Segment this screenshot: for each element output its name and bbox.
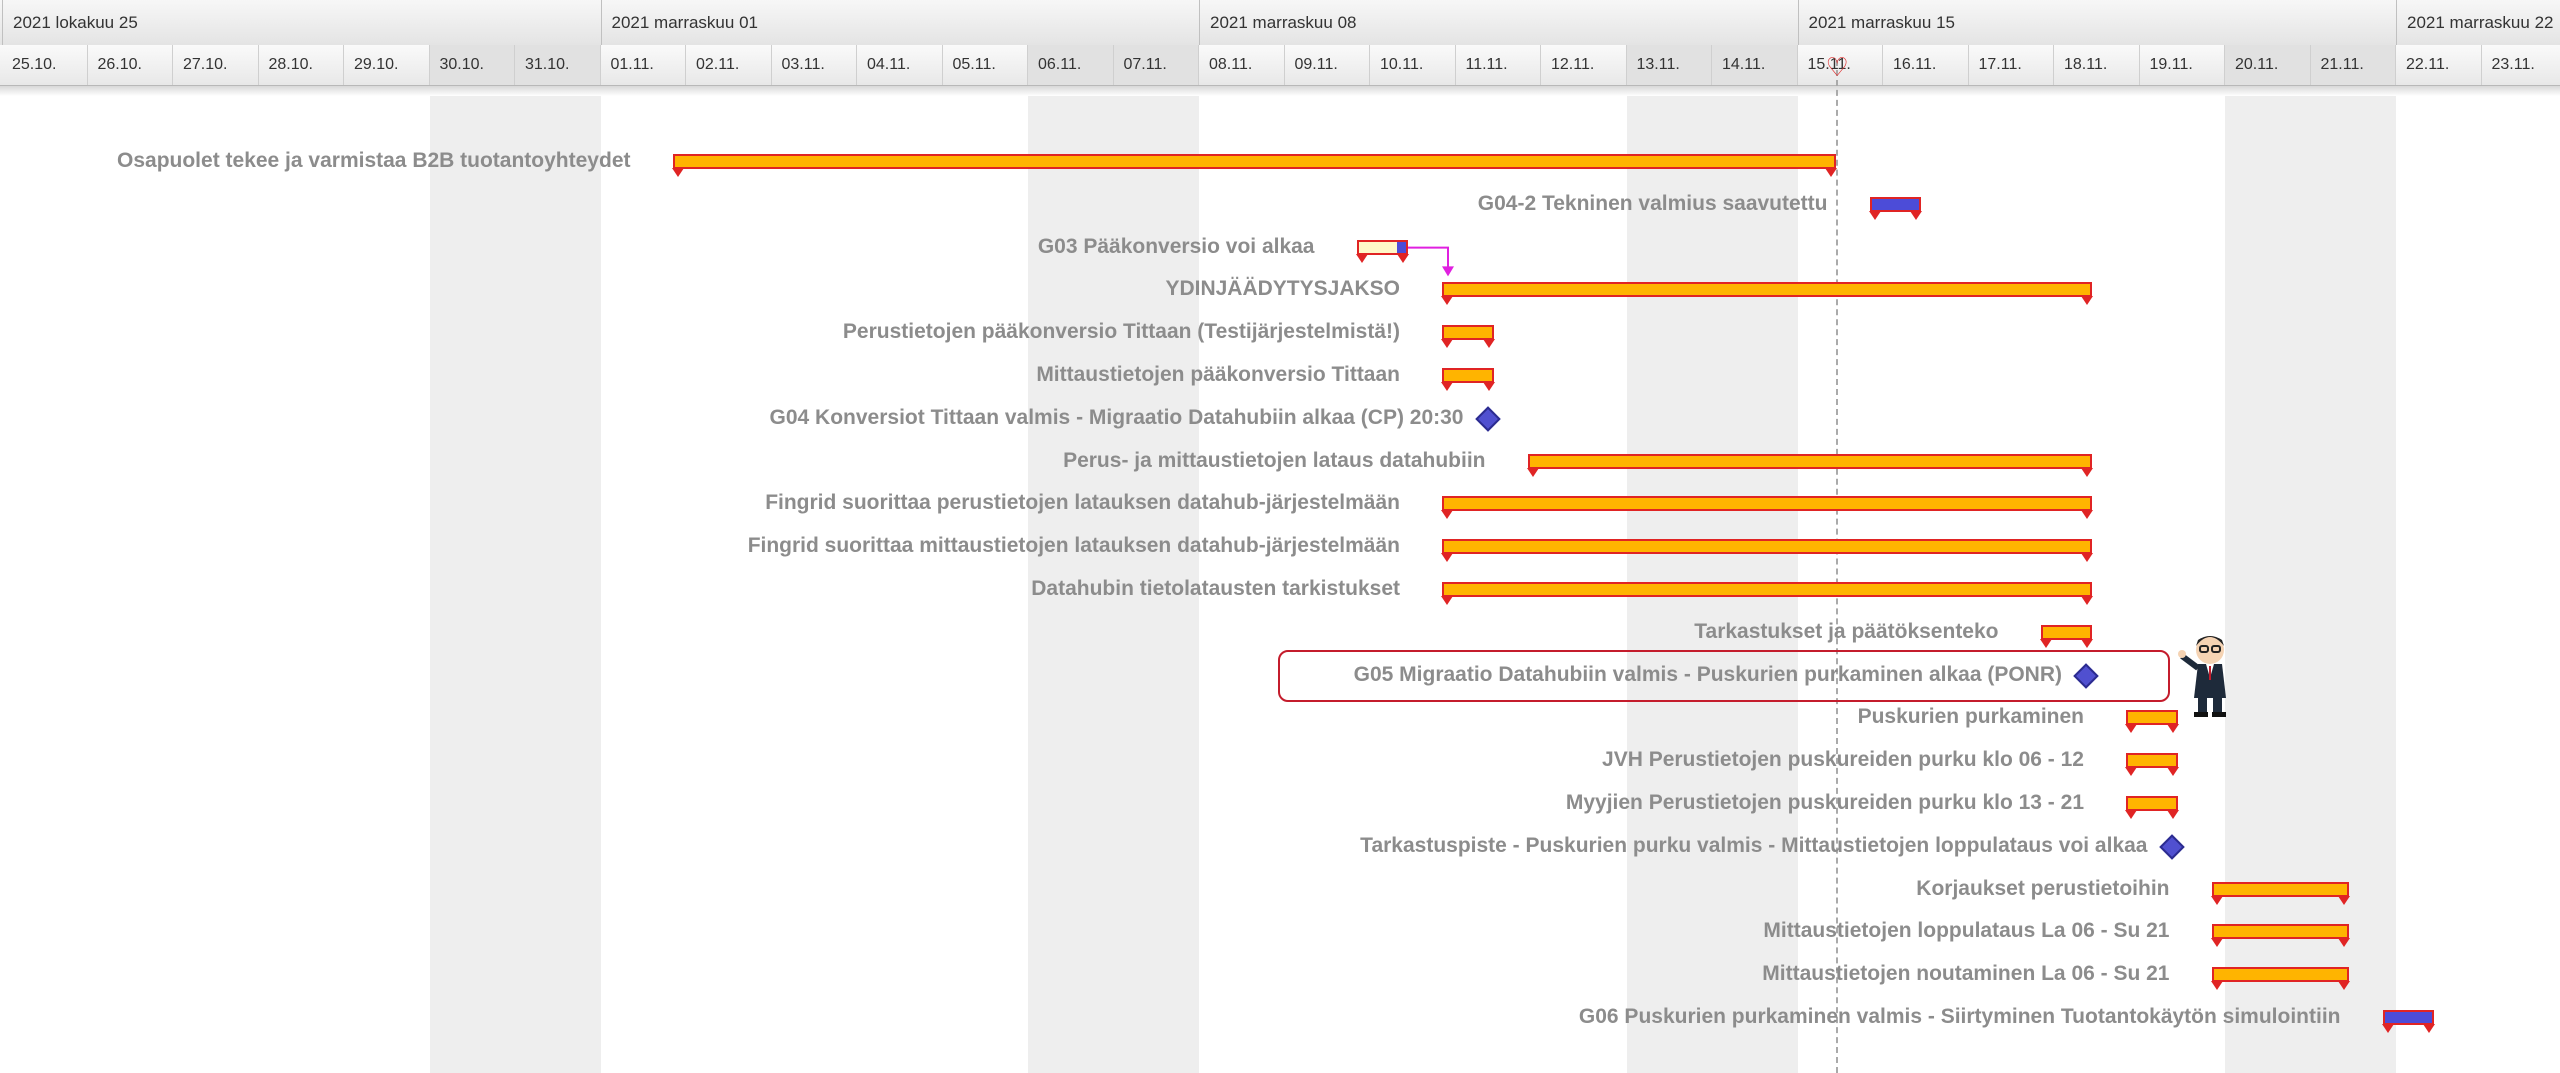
day-cell[interactable]: 06.11. <box>1028 45 1114 85</box>
task-label[interactable]: Perus- ja mittaustietojen lataus datahub… <box>1063 449 1485 473</box>
task-label[interactable]: Tarkastukset ja päätöksenteko <box>1694 620 1998 644</box>
task-bar[interactable] <box>1441 325 1494 349</box>
milestone-diamond-icon[interactable] <box>2158 834 2185 860</box>
day-cell[interactable]: 10.11. <box>1370 45 1456 85</box>
task-label[interactable]: Datahubin tietolatausten tarkistukset <box>1031 577 1400 601</box>
task-bar[interactable] <box>2381 1010 2435 1033</box>
day-cell[interactable]: 11.11. <box>1456 45 1541 85</box>
day-cell[interactable]: 16.11. <box>1883 45 1969 85</box>
highlight-callout <box>1278 649 2170 702</box>
milestone-diamond-icon[interactable] <box>1474 406 1501 432</box>
day-cell[interactable]: 18.11. <box>2054 45 2140 85</box>
task-label[interactable]: Osapuolet tekee ja varmistaa B2B tuotant… <box>117 149 631 173</box>
day-cell[interactable]: 09.11. <box>1285 45 1370 85</box>
task-label[interactable]: YDINJÄÄDYTYSJAKSO <box>1165 277 1400 301</box>
day-cell[interactable]: 01.11. <box>601 45 686 85</box>
task-label[interactable]: G04-2 Tekninen valmius saavutettu <box>1478 192 1828 216</box>
task-label[interactable]: Tarkastuspiste - Puskurien purku valmis … <box>1360 834 2147 858</box>
day-cell[interactable]: 03.11. <box>772 45 857 85</box>
day-cell[interactable]: 23.11. <box>2482 45 2560 85</box>
week-label: 2021 marraskuu 22 <box>2407 13 2554 32</box>
task-bar[interactable] <box>1526 453 2093 477</box>
day-cell[interactable]: 14.11. <box>1712 45 1798 85</box>
task-progress <box>1396 241 1406 253</box>
task-label[interactable]: G03 Pääkonversio voi alkaa <box>1038 235 1315 259</box>
day-cell[interactable]: 12.11. <box>1541 45 1627 85</box>
day-cell[interactable]: 26.10. <box>88 45 173 85</box>
day-cell[interactable]: 29.10. <box>344 45 430 85</box>
task-bar[interactable] <box>1441 582 2093 605</box>
day-cell[interactable]: 02.11. <box>686 45 772 85</box>
task-bar[interactable] <box>1441 496 2093 520</box>
week-label: 2021 marraskuu 08 <box>1210 13 1357 32</box>
day-cell[interactable]: 22.11. <box>2396 45 2482 85</box>
day-cell[interactable]: 28.10. <box>259 45 344 85</box>
day-cell[interactable]: 17.11. <box>1969 45 2054 85</box>
day-header: 25.10. 26.10. 27.10. 28.10. 29.10. 30.10. 31.1… <box>0 45 2560 86</box>
task-label[interactable]: JVH Perustietojen puskureiden purku klo … <box>1602 748 2084 772</box>
task-label[interactable]: Mittaustietojen loppulataus La 06 - Su 2… <box>1763 919 2169 943</box>
today-marker-icon: ♡ <box>1825 52 1849 82</box>
day-cell[interactable]: 30.10. <box>429 45 515 85</box>
day-cell[interactable]: 31.10. <box>515 45 601 85</box>
dependency-link <box>1408 246 1449 269</box>
task-bar[interactable] <box>2210 967 2350 991</box>
day-cell[interactable]: 13.11. <box>1626 45 1712 85</box>
task-label[interactable]: Puskurien purkaminen <box>1858 705 2084 729</box>
week-label: 2021 marraskuu 15 <box>1808 13 1955 32</box>
week-header: 2021 lokakuu 25 2021 marraskuu 01 2021 mar… <box>0 0 2560 46</box>
task-bar[interactable] <box>1441 539 2093 563</box>
task-bar[interactable] <box>2210 881 2350 905</box>
task-label[interactable]: Perustietojen pääkonversio Tittaan (Test… <box>843 320 1400 344</box>
task-bar[interactable] <box>1868 196 1922 220</box>
day-cell[interactable]: 05.11. <box>943 45 1028 85</box>
day-cell[interactable]: 21.11. <box>2310 45 2396 85</box>
task-bar[interactable] <box>671 154 1837 177</box>
task-label[interactable]: Mittaustietojen noutaminen La 06 - Su 21 <box>1762 962 2169 986</box>
day-cell[interactable]: 25.10. <box>2 45 88 85</box>
day-cell[interactable]: 04.11. <box>857 45 943 85</box>
task-label[interactable]: Myyjien Perustietojen puskureiden purku … <box>1566 791 2084 815</box>
task-bar[interactable] <box>2125 796 2178 819</box>
task-label[interactable]: G06 Puskurien purkaminen valmis - Siirty… <box>1579 1005 2341 1029</box>
day-cell[interactable]: 07.11. <box>1113 45 1199 85</box>
week-label: 2021 lokakuu 25 <box>13 13 138 32</box>
task-bar[interactable] <box>2039 624 2093 648</box>
task-label[interactable]: Korjaukset perustietoihin <box>1916 877 2169 901</box>
task-bar[interactable] <box>2210 924 2350 948</box>
task-bar[interactable] <box>2125 753 2178 777</box>
task-label[interactable]: Fingrid suorittaa perustietojen lataukse… <box>765 491 1400 515</box>
day-cell[interactable]: 08.11. <box>1199 45 1285 85</box>
task-bar[interactable] <box>1355 239 1409 263</box>
task-label[interactable]: Fingrid suorittaa mittaustietojen latauk… <box>748 534 1400 558</box>
week-label: 2021 marraskuu 01 <box>611 13 758 32</box>
day-cell[interactable]: 20.11. <box>2225 45 2311 85</box>
weekend-column <box>515 96 601 1073</box>
weekend-column <box>429 96 515 1073</box>
task-bar[interactable] <box>1441 282 2093 306</box>
task-bar[interactable] <box>1441 368 1494 391</box>
task-label[interactable]: Mittaustietojen pääkonversio Tittaan <box>1036 363 1400 387</box>
task-bar[interactable] <box>2125 710 2178 734</box>
day-cell[interactable]: 27.10. <box>173 45 259 85</box>
day-cell[interactable]: 19.11. <box>2140 45 2225 85</box>
presenter-figure-icon <box>2178 635 2226 717</box>
dependency-arrow-icon <box>1442 266 1454 277</box>
task-label[interactable]: G04 Konversiot Tittaan valmis - Migraati… <box>770 406 1464 430</box>
gantt-chart: 2021 lokakuu 25 2021 marraskuu 01 2021 mar… <box>0 0 2560 1073</box>
